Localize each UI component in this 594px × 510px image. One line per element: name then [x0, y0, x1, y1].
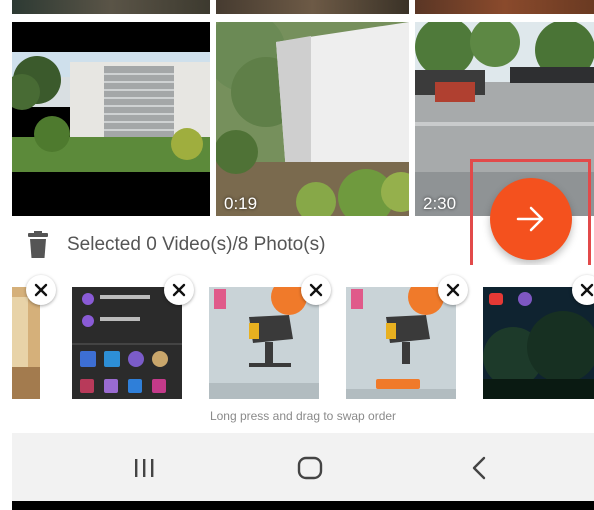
- reorder-hint: Long press and drag to swap order: [209, 409, 397, 423]
- remove-item-button[interactable]: [301, 275, 331, 305]
- gallery-thumbnail-partial[interactable]: [415, 0, 594, 14]
- home-icon[interactable]: [295, 455, 325, 481]
- selected-thumbnail[interactable]: [483, 287, 594, 399]
- selected-thumbnail[interactable]: [209, 287, 319, 399]
- selected-thumbnail[interactable]: [346, 287, 456, 399]
- close-icon: [172, 283, 186, 297]
- selection-count-text: Selected 0 Video(s)/8 Photo(s): [67, 234, 326, 255]
- thumbnail-image: [12, 22, 210, 216]
- selected-items-strip: 0:19 1:41 Long press and drag to swap or…: [12, 265, 594, 433]
- close-icon: [309, 283, 323, 297]
- video-duration: 2:30: [423, 194, 457, 213]
- remove-item-button[interactable]: [26, 275, 56, 305]
- gallery-thumbnail[interactable]: [12, 22, 210, 216]
- gallery-thumbnail-partial[interactable]: [12, 0, 210, 14]
- close-icon: [580, 283, 594, 297]
- thumbnail-image: [216, 22, 409, 216]
- gallery-thumbnail[interactable]: 0:19: [216, 22, 409, 216]
- close-icon: [446, 283, 460, 297]
- trash-icon[interactable]: [26, 231, 50, 259]
- remove-item-button[interactable]: [572, 275, 594, 305]
- arrow-right-icon: [516, 206, 544, 232]
- selected-thumbnail[interactable]: [72, 287, 182, 399]
- video-duration: 0:19: [224, 194, 258, 213]
- gallery-thumbnail-partial[interactable]: [216, 0, 409, 14]
- bottom-edge: [12, 501, 594, 510]
- next-button[interactable]: [490, 178, 572, 260]
- remove-item-button[interactable]: [164, 275, 194, 305]
- screen: 0:19 2:30 Selected 0 Video(s)/8 Photo(s): [0, 0, 594, 510]
- close-icon: [34, 283, 48, 297]
- system-nav-bar: [12, 433, 594, 501]
- remove-item-button[interactable]: [438, 275, 468, 305]
- recent-apps-icon[interactable]: [129, 455, 159, 481]
- back-icon[interactable]: [464, 455, 494, 481]
